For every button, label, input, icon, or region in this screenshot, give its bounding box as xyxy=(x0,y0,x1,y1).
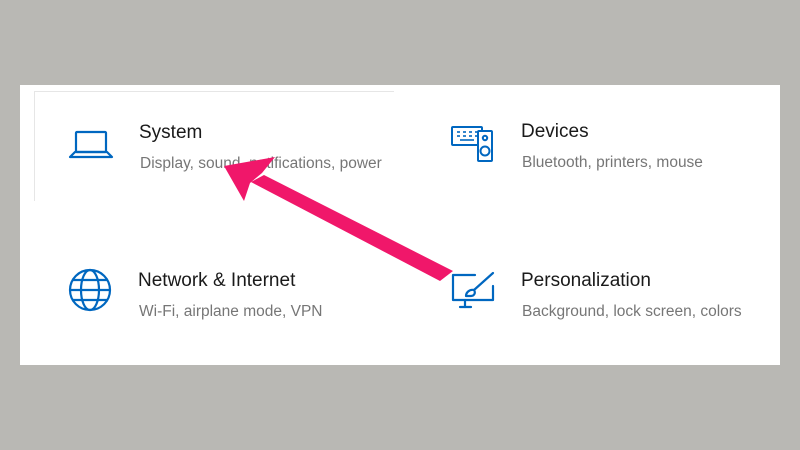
tile-title: Network & Internet xyxy=(138,270,296,291)
tile-title: System xyxy=(139,122,203,143)
tile-description: Bluetooth, printers, mouse xyxy=(522,154,703,171)
devices-icon xyxy=(449,117,497,165)
settings-tile-personalization[interactable]: Personalization Background, lock screen,… xyxy=(417,240,777,350)
settings-panel: System Display, sound, notifications, po… xyxy=(20,85,780,365)
tile-description: Display, sound, notifications, power xyxy=(140,155,382,172)
settings-tile-system[interactable]: System Display, sound, notifications, po… xyxy=(34,91,394,201)
settings-tile-network-internet[interactable]: Network & Internet Wi-Fi, airplane mode,… xyxy=(34,240,394,350)
personalization-icon xyxy=(449,266,497,314)
laptop-icon xyxy=(67,118,115,166)
settings-tile-devices[interactable]: Devices Bluetooth, printers, mouse xyxy=(417,91,777,201)
screenshot-canvas: System Display, sound, notifications, po… xyxy=(0,0,800,450)
tile-description: Wi-Fi, airplane mode, VPN xyxy=(139,303,323,320)
tile-title: Devices xyxy=(521,121,589,142)
globe-icon xyxy=(66,266,114,314)
tile-title: Personalization xyxy=(521,270,651,291)
tile-description: Background, lock screen, colors xyxy=(522,303,742,320)
